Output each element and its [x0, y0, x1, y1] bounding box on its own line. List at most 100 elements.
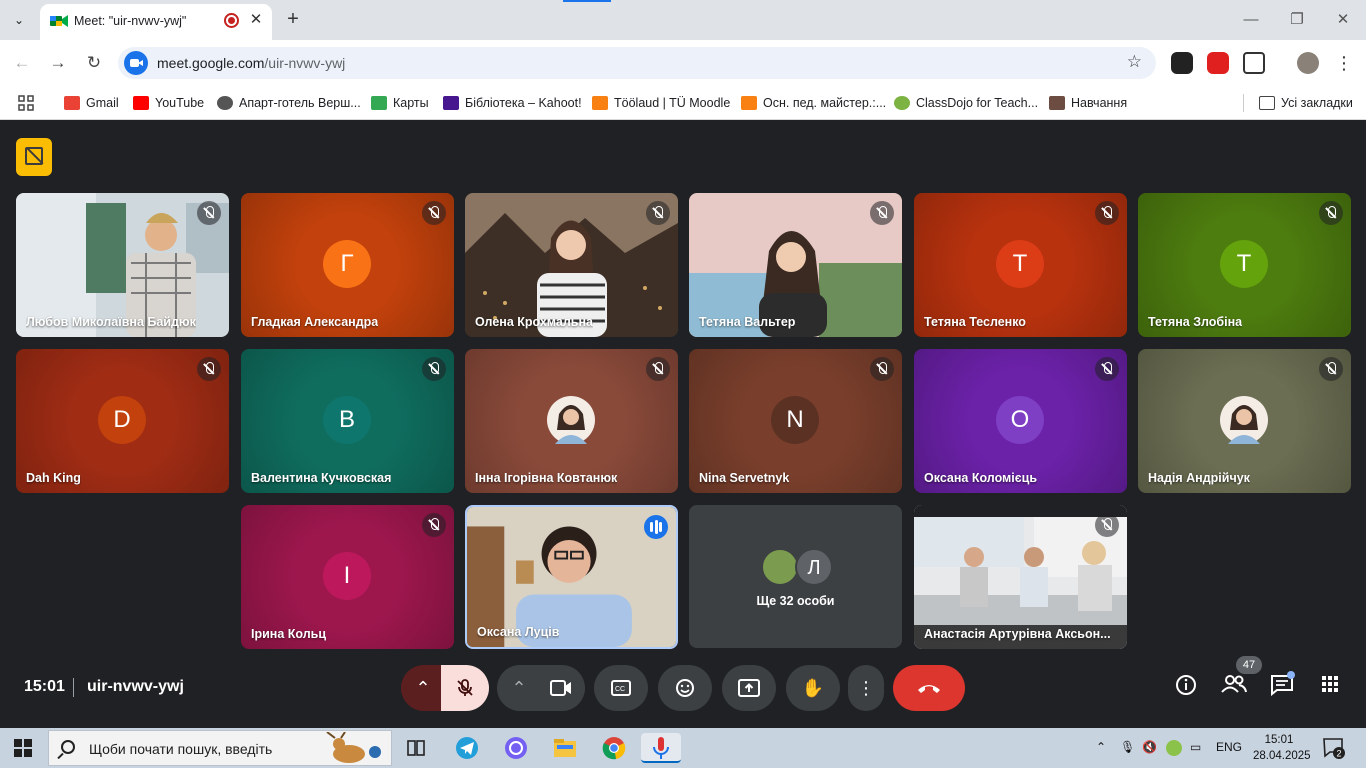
tray-clock[interactable]: 15:01 28.04.2025 — [1253, 732, 1311, 764]
participant-tile[interactable]: Тетяна Вальтер — [689, 193, 902, 337]
chat-icon[interactable] — [1268, 671, 1296, 702]
mic-off-icon — [1319, 201, 1343, 225]
tab-meet[interactable]: Meet: "uir-nvwv-ywj" ✕ — [40, 4, 272, 40]
more-participants-tile[interactable]: Л Ще 32 особи — [689, 505, 902, 648]
bookmark-classdojo[interactable]: ClassDojo for Teach... — [894, 93, 1038, 113]
close-tab-icon[interactable]: ✕ — [247, 11, 265, 29]
mic-off-icon — [1095, 357, 1119, 381]
bookmark-kahoot[interactable]: Бібліотека – Kahoot! — [443, 93, 582, 113]
participant-name: Dah King — [26, 471, 81, 485]
meet-stage: Любов Миколаївна Байдюк Г Гладкая Александ… — [0, 121, 1366, 728]
apps-grid-icon[interactable] — [18, 93, 34, 113]
participant-tile[interactable]: O Оксана Коломієць — [914, 349, 1127, 493]
recorder-app-icon[interactable] — [641, 733, 681, 763]
notifications-icon[interactable]: 2 — [1322, 736, 1346, 760]
participant-avatar: Л — [795, 548, 833, 586]
tab-search-button[interactable]: ⌄ — [6, 8, 32, 32]
microphone-tray-icon[interactable]: 🎙 — [1120, 740, 1135, 754]
bookmark-apart-hotel[interactable]: Апарт-готель Верш... — [217, 93, 361, 113]
tab-strip: ⌄ Meet: "uir-nvwv-ywj" ✕ + — ❐ ✕ — [0, 0, 1366, 40]
raise-hand-button[interactable]: ✋ — [786, 665, 840, 711]
participant-photo-avatar — [1220, 396, 1268, 444]
extension-gamepad-icon[interactable] — [1171, 52, 1193, 74]
search-placeholder: Щоби почати пошук, введіть — [89, 741, 273, 757]
participant-name: Оксана Луців — [477, 625, 560, 639]
bookmark-moodle-ped[interactable]: Осн. пед. майстер.:... — [741, 93, 886, 113]
bookmark-star-icon[interactable]: ☆ — [1127, 52, 1142, 72]
volume-muted-icon[interactable]: 🔇 — [1142, 740, 1157, 754]
site-info-icon[interactable] — [124, 51, 148, 75]
browser-toolbar: ← → ↻ meet.google.com/uir-nvwv-ywj ☆ ⋮ — [0, 40, 1366, 86]
participant-tile[interactable]: Олена Крохмальна — [465, 193, 678, 337]
participant-tile[interactable]: T Тетяна Тесленко — [914, 193, 1127, 337]
participant-tile[interactable]: Г Гладкая Александра — [241, 193, 454, 337]
forward-button[interactable]: → — [46, 51, 70, 75]
taskbar-search[interactable]: Щоби почати пошук, введіть — [48, 730, 392, 766]
camera-toggle-button[interactable] — [537, 665, 585, 711]
present-screen-button[interactable] — [722, 665, 776, 711]
mic-off-icon — [422, 201, 446, 225]
participant-tile[interactable]: D Dah King — [16, 349, 229, 493]
new-tab-button[interactable]: + — [282, 8, 304, 30]
bookmark-maps[interactable]: Карты — [371, 93, 429, 113]
reactions-button[interactable] — [658, 665, 712, 711]
back-button[interactable]: ← — [10, 51, 34, 75]
participant-name: Анастасія Артурівна Аксьон... — [924, 627, 1111, 641]
present-icon — [738, 679, 760, 697]
all-bookmarks[interactable]: Усі закладки — [1259, 93, 1353, 113]
profile-avatar[interactable] — [1297, 52, 1319, 74]
more-options-button[interactable]: ⋮ — [848, 665, 884, 711]
participant-tile[interactable]: Любов Миколаївна Байдюк — [16, 193, 229, 337]
bookmark-label: Gmail — [86, 96, 119, 110]
activities-grid-icon[interactable] — [1316, 674, 1344, 702]
bookmark-label: Навчання — [1071, 96, 1128, 110]
participant-tile[interactable]: Інна Ігорівна Ковтанюк — [465, 349, 678, 493]
url-host: meet.google.com — [157, 55, 265, 71]
participant-tile[interactable]: T Тетяна Злобіна — [1138, 193, 1351, 337]
mic-off-icon — [646, 357, 670, 381]
extensions-puzzle-icon[interactable] — [1243, 52, 1265, 74]
mic-off-icon — [422, 357, 446, 381]
bookmark-learning[interactable]: Навчання — [1049, 93, 1127, 113]
audio-options-button[interactable]: ⌃ — [401, 665, 445, 711]
bookmark-moodle[interactable]: Töölaud | TÜ Moodle — [592, 93, 730, 113]
participant-tile[interactable]: I Ірина Кольц — [241, 505, 454, 649]
participant-tile[interactable]: Анастасія Артурівна Аксьон... — [914, 505, 1127, 649]
minimize-button[interactable]: — — [1228, 8, 1274, 32]
participant-name: Гладкая Александра — [251, 315, 379, 329]
participant-tile[interactable]: Надія Андрійчук — [1138, 349, 1351, 493]
participant-tile[interactable]: Оксана Луців — [465, 505, 678, 649]
reload-button[interactable]: ↻ — [82, 51, 106, 75]
mic-toggle-button[interactable] — [441, 665, 489, 711]
participant-initial-avatar: Г — [323, 240, 371, 288]
viber-icon[interactable] — [496, 733, 536, 763]
meeting-details-icon[interactable] — [1172, 674, 1200, 702]
security-tray-icon[interactable] — [1166, 740, 1182, 756]
restore-button[interactable]: ❐ — [1274, 8, 1320, 32]
telegram-icon[interactable] — [447, 733, 487, 763]
bookmark-gmail[interactable]: Gmail — [64, 93, 119, 113]
file-explorer-icon[interactable] — [545, 733, 585, 763]
captions-button[interactable]: CC — [594, 665, 648, 711]
close-window-button[interactable]: ✕ — [1320, 8, 1366, 32]
menu-kebab-icon[interactable]: ⋮ — [1333, 52, 1355, 74]
windows-start-icon[interactable] — [14, 739, 32, 757]
kahoot-icon — [443, 96, 459, 110]
leaf-icon — [1049, 96, 1065, 110]
leave-call-button[interactable] — [893, 665, 965, 711]
participant-tile[interactable]: B Валентина Кучковская — [241, 349, 454, 493]
language-indicator[interactable]: ENG — [1216, 740, 1242, 754]
moodle-icon — [592, 96, 608, 110]
chrome-icon[interactable] — [594, 733, 634, 763]
mic-off-icon — [197, 201, 221, 225]
video-options-button[interactable]: ⌃ — [497, 665, 541, 711]
address-bar[interactable]: meet.google.com/uir-nvwv-ywj ☆ — [118, 47, 1156, 79]
tray-overflow-icon[interactable]: ⌃ — [1096, 740, 1106, 754]
bookmark-youtube[interactable]: YouTube — [133, 93, 204, 113]
recording-badge[interactable] — [16, 138, 52, 176]
network-icon[interactable]: ▭ — [1190, 740, 1201, 754]
extension-adblock-icon[interactable] — [1207, 52, 1229, 74]
people-icon[interactable] — [1220, 674, 1248, 702]
participant-tile[interactable]: N Nina Servetnyk — [689, 349, 902, 493]
task-view-icon[interactable] — [396, 733, 436, 763]
